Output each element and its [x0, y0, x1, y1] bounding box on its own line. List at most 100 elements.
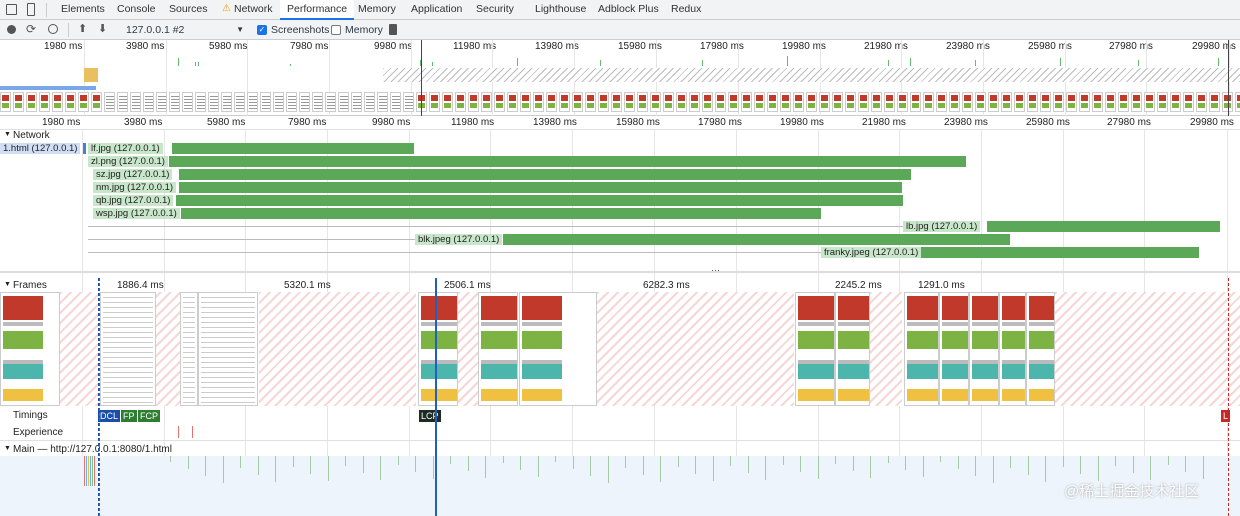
frame-screenshot[interactable]: [999, 292, 1026, 406]
tab-performance[interactable]: Performance: [280, 0, 355, 20]
main-task-bar[interactable]: [503, 456, 504, 463]
frame-screenshot[interactable]: [100, 292, 156, 406]
main-task-bar[interactable]: [1203, 456, 1204, 479]
main-task-bar[interactable]: [485, 456, 486, 478]
network-request-bar[interactable]: [181, 208, 821, 219]
main-task-bar[interactable]: [608, 456, 609, 483]
main-task-bar[interactable]: [940, 456, 941, 462]
main-task-bar[interactable]: [450, 456, 451, 464]
playhead-line[interactable]: [435, 278, 437, 516]
reload-record-icon[interactable]: ⟳: [26, 22, 36, 36]
frame-screenshot[interactable]: [180, 292, 198, 406]
main-task-bar[interactable]: [678, 456, 679, 467]
network-request-bar[interactable]: [987, 221, 1220, 232]
main-task-bar[interactable]: [993, 456, 994, 483]
main-task-bar[interactable]: [748, 456, 749, 473]
main-task-bar[interactable]: [170, 456, 171, 462]
frame-screenshot[interactable]: [795, 292, 835, 406]
main-task-bar[interactable]: [660, 456, 661, 482]
main-task-bar[interactable]: [818, 456, 819, 479]
tab-network[interactable]: Network: [234, 0, 273, 20]
main-task-bar[interactable]: [468, 456, 469, 471]
main-thread-header[interactable]: ▼ Main — http://127.0.0.1:8080/1.html: [0, 440, 1240, 456]
main-task-bar[interactable]: [800, 456, 801, 472]
network-request-label[interactable]: qb.jpg (127.0.0.1): [93, 195, 174, 206]
memory-checkbox[interactable]: [331, 25, 341, 35]
main-task-bar[interactable]: [90, 456, 91, 486]
main-task-bar[interactable]: [84, 456, 85, 486]
download-profile-icon[interactable]: ⬇: [98, 22, 107, 35]
main-task-bar[interactable]: [695, 456, 696, 474]
main-task-bar[interactable]: [1045, 456, 1046, 482]
main-task-bar[interactable]: [258, 456, 259, 475]
main-task-bar[interactable]: [1010, 456, 1011, 468]
frame-screenshot[interactable]: [939, 292, 969, 406]
frame-screenshot[interactable]: [198, 292, 258, 406]
frame-screenshot[interactable]: [904, 292, 939, 406]
overview-selection-marker[interactable]: [421, 40, 422, 116]
frames-expand-icon[interactable]: ▼: [4, 281, 11, 288]
main-task-bar[interactable]: [905, 456, 906, 470]
network-track[interactable]: ▼ Network 1.html (127.0.0.1) lf.jpg (127.…: [0, 116, 1240, 272]
main-task-bar[interactable]: [643, 456, 644, 475]
main-task-bar[interactable]: [1168, 456, 1169, 465]
session-select[interactable]: 127.0.0.1 #2 ▼: [126, 22, 246, 38]
network-request-bar[interactable]: [83, 143, 86, 154]
inspect-element-icon[interactable]: [6, 4, 17, 15]
track-resize-handle[interactable]: [0, 271, 1240, 273]
fcp-marker[interactable]: FCP: [138, 410, 160, 422]
frame-screenshot[interactable]: [1026, 292, 1055, 406]
main-task-bar[interactable]: [713, 456, 714, 481]
network-request-bar[interactable]: [176, 195, 903, 206]
main-task-bar[interactable]: [888, 456, 889, 463]
lcp-marker[interactable]: LCP: [419, 410, 441, 422]
record-button[interactable]: [7, 25, 16, 34]
main-task-bar[interactable]: [1028, 456, 1029, 475]
device-toggle-icon[interactable]: [27, 3, 35, 16]
main-task-bar[interactable]: [730, 456, 731, 466]
main-task-bar[interactable]: [223, 456, 224, 483]
network-request-label[interactable]: blk.jpeg (127.0.0.1): [415, 234, 503, 245]
main-task-bar[interactable]: [275, 456, 276, 482]
main-expand-icon[interactable]: ▼: [4, 445, 11, 452]
main-task-bar[interactable]: [380, 456, 381, 480]
main-task-bar[interactable]: [188, 456, 189, 469]
overview-end-marker[interactable]: [1228, 40, 1229, 116]
main-task-bar[interactable]: [835, 456, 836, 464]
main-task-bar[interactable]: [86, 456, 87, 486]
main-task-bar[interactable]: [1080, 456, 1081, 474]
experience-track[interactable]: Experience: [0, 424, 1240, 440]
main-thread-flamechart[interactable]: [0, 456, 1240, 516]
main-task-bar[interactable]: [328, 456, 329, 481]
trash-icon[interactable]: [389, 24, 397, 35]
timings-track[interactable]: Timings DCL FP FCP LCP L: [0, 408, 1240, 424]
main-task-bar[interactable]: [1150, 456, 1151, 480]
main-task-bar[interactable]: [92, 456, 93, 486]
dcl-marker[interactable]: DCL: [98, 410, 121, 422]
tab-lighthouse[interactable]: Lighthouse: [535, 0, 586, 20]
main-task-bar[interactable]: [94, 456, 95, 486]
main-task-bar[interactable]: [293, 456, 294, 467]
main-task-bar[interactable]: [1098, 456, 1099, 481]
main-task-bar[interactable]: [345, 456, 346, 466]
network-request-label[interactable]: lb.jpg (127.0.0.1): [903, 221, 981, 232]
main-task-bar[interactable]: [1133, 456, 1134, 473]
more-dots-icon[interactable]: ⋯: [711, 265, 720, 276]
network-request-label[interactable]: wsp.jpg (127.0.0.1): [93, 208, 180, 219]
main-task-bar[interactable]: [590, 456, 591, 476]
network-request-label[interactable]: zl.png (127.0.0.1): [88, 156, 168, 167]
network-request-bar[interactable]: [503, 234, 1010, 245]
main-task-bar[interactable]: [398, 456, 399, 465]
main-task-bar[interactable]: [1115, 456, 1116, 466]
tab-memory[interactable]: Memory: [358, 0, 396, 20]
frame-screenshot[interactable]: [835, 292, 870, 406]
network-request-bar[interactable]: [179, 169, 911, 180]
main-task-bar[interactable]: [310, 456, 311, 474]
main-task-bar[interactable]: [958, 456, 959, 469]
main-task-bar[interactable]: [415, 456, 416, 472]
tab-sources[interactable]: Sources: [169, 0, 208, 20]
tab-adblock-plus[interactable]: Adblock Plus: [598, 0, 659, 20]
timeline-overview[interactable]: 1980 ms 3980 ms 5980 ms 7980 ms 9980 ms 11980…: [0, 40, 1240, 116]
layout-shift-mark[interactable]: [192, 426, 193, 438]
tab-console[interactable]: Console: [117, 0, 156, 20]
